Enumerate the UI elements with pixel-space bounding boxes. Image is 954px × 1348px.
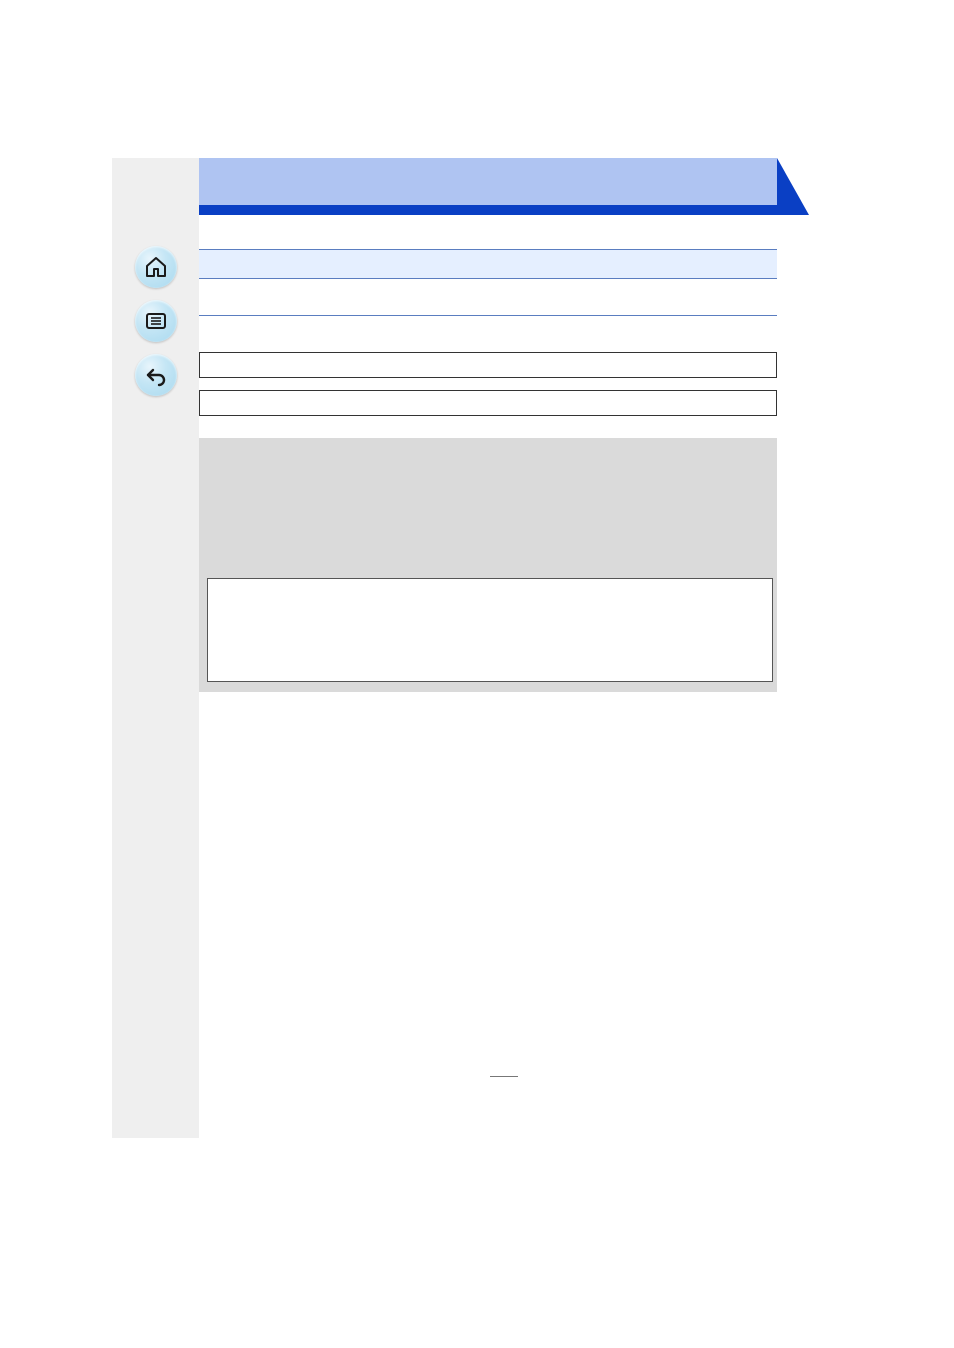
list-icon	[144, 309, 168, 333]
back-icon	[144, 363, 168, 387]
option-box-2	[199, 390, 777, 416]
home-button[interactable]	[135, 246, 177, 288]
option-box-1	[199, 352, 777, 378]
list-button[interactable]	[135, 300, 177, 342]
chapter-header	[199, 158, 777, 215]
page-number	[490, 1076, 518, 1079]
info-panel-inner	[207, 578, 773, 682]
info-panel	[199, 438, 777, 692]
section-heading-row	[199, 249, 777, 279]
home-icon	[144, 255, 168, 279]
divider-rule	[199, 315, 777, 316]
content-area	[199, 158, 809, 692]
page-root	[0, 0, 954, 1348]
back-button[interactable]	[135, 354, 177, 396]
nav-icon-group	[112, 246, 199, 396]
option-boxes	[199, 352, 777, 416]
sidebar	[112, 158, 199, 1138]
